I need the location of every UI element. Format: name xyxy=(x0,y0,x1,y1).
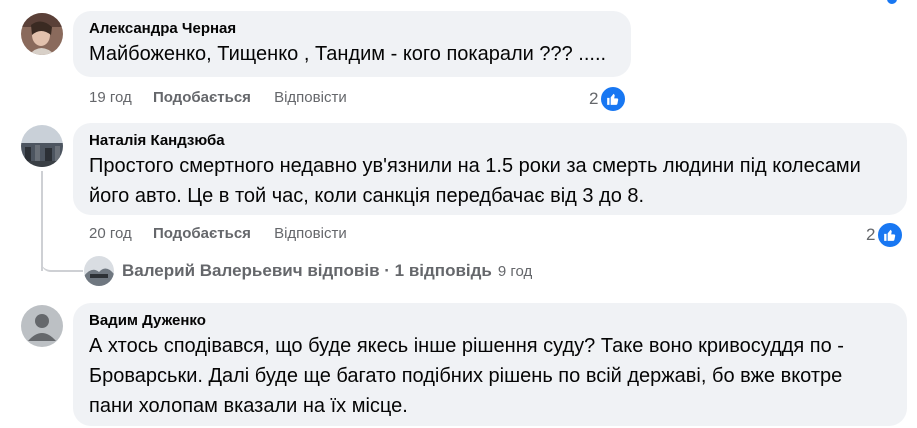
comment-actions: 19 год Подобається Відповісти xyxy=(89,88,347,108)
reaction-summary[interactable]: 2 xyxy=(589,85,628,113)
avatar[interactable] xyxy=(21,305,63,347)
comment-text-line: Броварськи. Далі буде ще багато подібних… xyxy=(89,365,843,387)
like-icon xyxy=(876,221,905,249)
comment-text: Майбоженко, Тищенко , Тандим - кого пока… xyxy=(89,43,607,65)
comment-bubble: Наталія Кандзюба Простого смертного неда… xyxy=(73,123,907,215)
reply-button[interactable]: Відповісти xyxy=(274,224,347,244)
reaction-summary[interactable]: 2 xyxy=(866,221,905,249)
like-button[interactable]: Подобається xyxy=(153,224,251,244)
avatar[interactable] xyxy=(21,125,63,167)
reply-avatar xyxy=(84,256,114,286)
view-replies-link[interactable]: Валерий Валерьевич відповів · 1 відповід… xyxy=(84,256,532,286)
comment-text-line: А хтось сподівався, що буде якесь інше р… xyxy=(89,335,844,357)
reply-button[interactable]: Відповісти xyxy=(274,88,347,108)
avatar[interactable] xyxy=(21,13,63,55)
replies-time[interactable]: 9 год xyxy=(498,263,532,280)
like-button[interactable]: Подобається xyxy=(153,88,251,108)
like-icon xyxy=(599,85,628,113)
replies-summary[interactable]: Валерий Валерьевич відповів · 1 відповід… xyxy=(122,261,492,281)
reaction-count: 2 xyxy=(866,225,876,244)
comment-bubble: Александра Черная Майбоженко, Тищенко , … xyxy=(73,11,631,77)
comment-author[interactable]: Наталія Кандзюба xyxy=(89,131,893,150)
comment-author[interactable]: Вадим Дуженко xyxy=(89,311,893,330)
comment-text-line: Простого смертного недавно ув'язнили на … xyxy=(89,155,861,177)
comment-time[interactable]: 19 год xyxy=(89,88,132,108)
comment-actions: 20 год Подобається Відповісти xyxy=(89,224,347,244)
reaction-count: 2 xyxy=(589,89,599,108)
comment-bubble: Вадим Дуженко А хтось сподівався, що буд… xyxy=(73,303,907,426)
comment-text-line: пани холопам вказали на їх місце. xyxy=(89,395,408,417)
comment-time[interactable]: 20 год xyxy=(89,224,132,244)
thread-connector xyxy=(41,250,83,272)
comment-text-line: його авто. Це в той час, коли санкція пе… xyxy=(89,185,645,207)
comment-author[interactable]: Александра Черная xyxy=(89,19,617,38)
partial-like-icon xyxy=(887,0,897,4)
